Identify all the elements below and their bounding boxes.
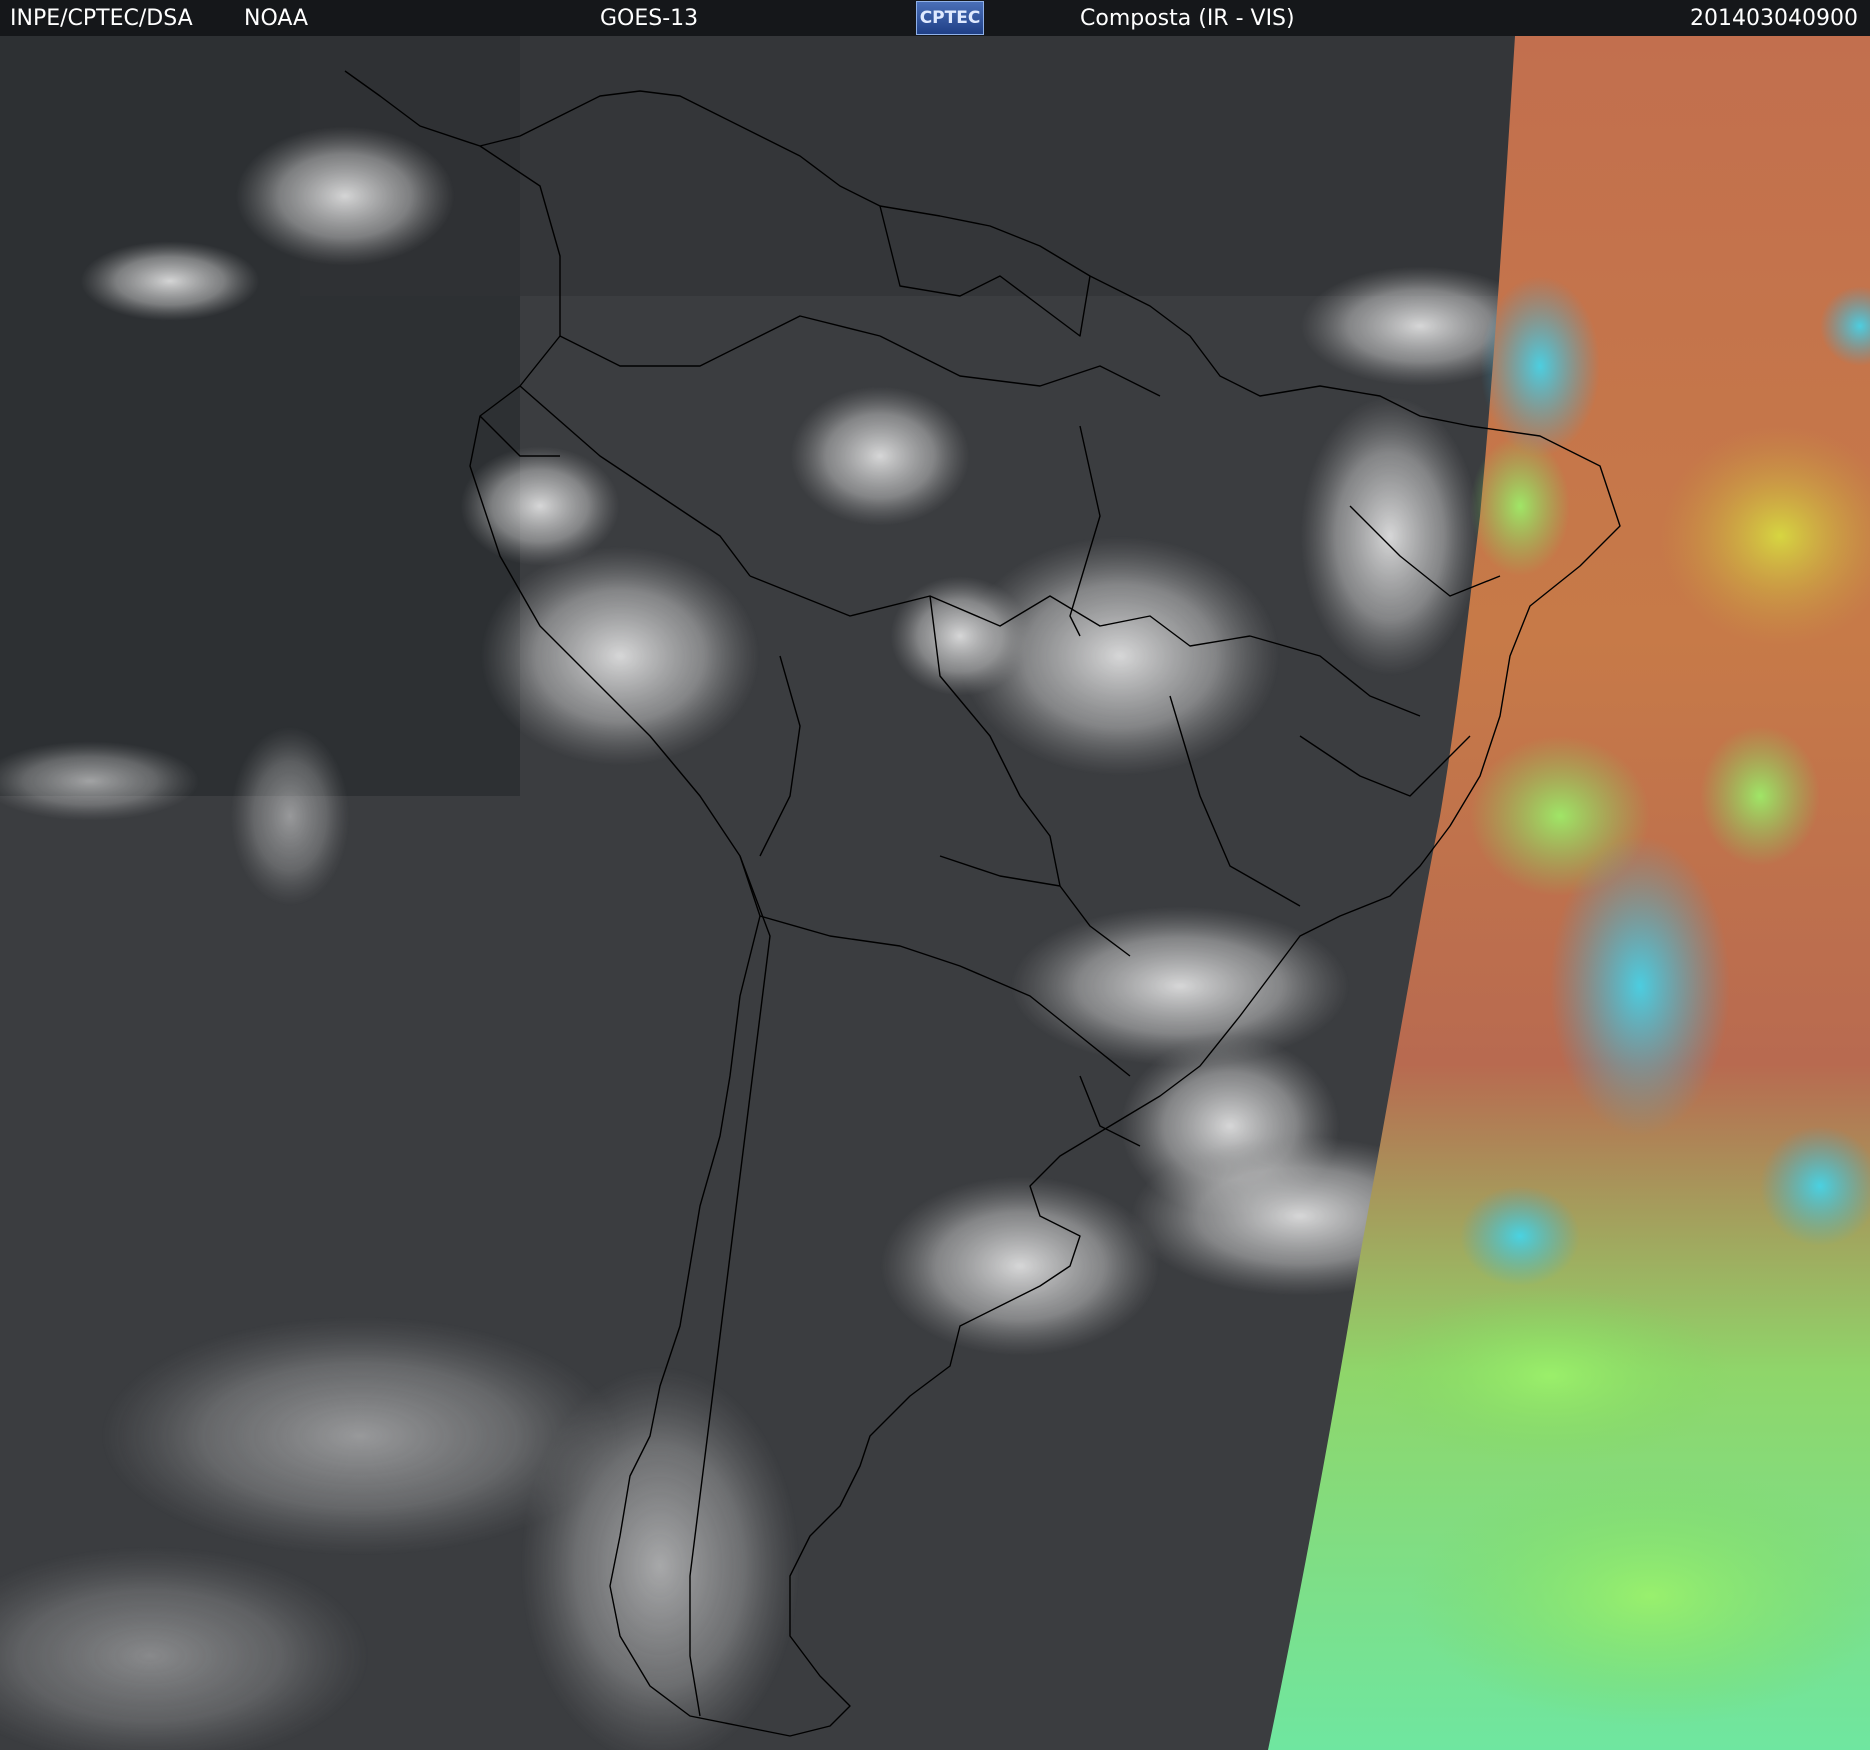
satellite-map [0, 36, 1870, 1750]
product-label: Composta (IR - VIS) [1080, 6, 1295, 31]
header-bar: INPE/CPTEC/DSA NOAA GOES-13 CPTEC Compos… [0, 0, 1870, 36]
cptec-logo: CPTEC [916, 1, 984, 35]
satellite-image [0, 36, 1870, 1750]
timestamp-label: 201403040900 [1690, 6, 1858, 31]
source-label: INPE/CPTEC/DSA [10, 6, 193, 31]
dark-ocean-north [300, 36, 1530, 296]
satellite-label: GOES-13 [600, 6, 699, 31]
agency-label: NOAA [244, 6, 309, 31]
cptec-logo-text: CPTEC [919, 8, 981, 28]
